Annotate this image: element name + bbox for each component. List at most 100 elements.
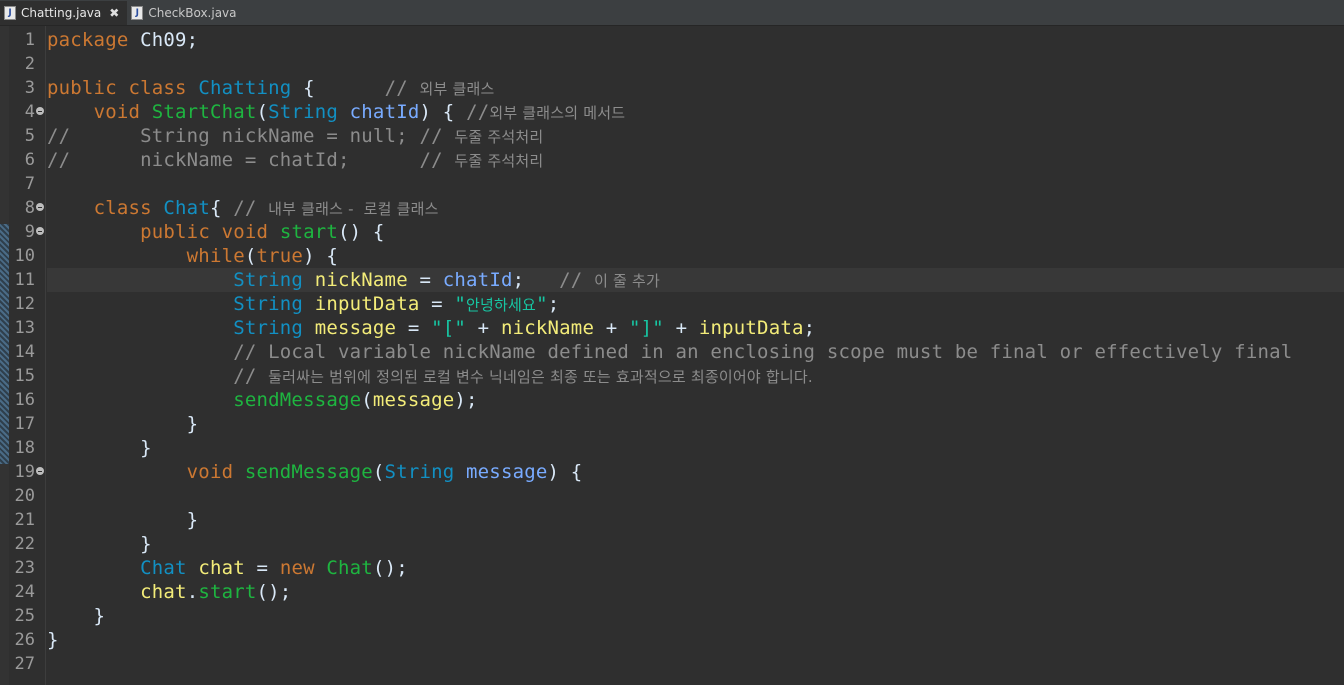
- line-number: 17: [14, 414, 35, 434]
- code-token: inputData: [698, 317, 804, 339]
- line-number-ruler: 1 2 3 4 5 6 7 8 9 10 11 12 13 14 15 16 17 18 19 20 21 22 23 24 2…: [9, 26, 46, 685]
- line-number: 12: [14, 294, 35, 314]
- tab-label: CheckBox.java: [148, 6, 237, 20]
- code-line: String message = "[" + nickName + "]" + …: [47, 316, 815, 340]
- code-token: // String nickName = null; //: [47, 125, 455, 147]
- code-line: while(true) {: [47, 244, 338, 268]
- code-token: inputData: [314, 293, 420, 315]
- code-area[interactable]: package Ch09; public class Chatting { // …: [47, 26, 1344, 685]
- code-token: ": [536, 293, 548, 315]
- code-token: ) {: [419, 101, 467, 123]
- code-token: String: [384, 461, 455, 483]
- code-editor[interactable]: 1 2 3 4 5 6 7 8 9 10 11 12 13 14 15 16 17 18 19 20 21 22 23 24 2…: [0, 26, 1344, 685]
- code-token: nickName: [500, 317, 595, 339]
- fold-collapse-icon[interactable]: [36, 107, 44, 115]
- code-token: //: [384, 77, 420, 99]
- code-token: (: [361, 389, 373, 411]
- code-token: ;: [547, 293, 560, 315]
- code-line: // 둘러싸는 범위에 정의된 로컬 변수 닉네임은 최종 또는 효과적으로 최…: [47, 364, 813, 388]
- code-token: 외부 클래스: [419, 80, 495, 98]
- code-token: sendMessage: [233, 389, 362, 411]
- code-token: //: [233, 197, 269, 219]
- tab-chatting-java[interactable]: J Chatting.java ✖: [0, 1, 128, 25]
- fold-collapse-icon[interactable]: [36, 467, 44, 475]
- code-token: public: [140, 221, 210, 243]
- code-token: {: [291, 77, 385, 99]
- line-number: 1: [24, 30, 35, 50]
- code-token: }: [47, 437, 152, 459]
- code-token: String: [268, 101, 339, 123]
- code-token: class: [128, 77, 187, 99]
- tab-checkbox-java[interactable]: J CheckBox.java: [127, 1, 244, 25]
- fold-collapse-icon[interactable]: [36, 203, 44, 211]
- code-line: // nickName = chatId; // 두줄 주석처리: [47, 148, 543, 172]
- line-number: 2: [24, 54, 35, 74]
- code-token: start: [198, 581, 257, 603]
- code-token: StartChat: [151, 101, 257, 123]
- code-token: =: [396, 317, 432, 339]
- code-token: (: [256, 101, 269, 123]
- code-token: {: [209, 197, 234, 219]
- code-line: }: [47, 436, 152, 460]
- change-marker: [0, 224, 9, 464]
- code-token: =: [419, 293, 455, 315]
- line-number: 22: [14, 534, 35, 554]
- code-token: //: [559, 269, 595, 291]
- code-token: Chatting: [198, 77, 292, 99]
- code-line: public class Chatting { // 외부 클래스: [47, 76, 494, 100]
- code-line: }: [47, 628, 59, 652]
- line-number: 5: [24, 126, 35, 146]
- fold-collapse-icon[interactable]: [36, 227, 44, 235]
- code-token: true: [256, 245, 304, 267]
- code-token: while: [186, 245, 245, 267]
- code-line: sendMessage(message);: [47, 388, 478, 412]
- code-token: class: [93, 197, 152, 219]
- code-token: ();: [372, 557, 408, 579]
- code-token: 두줄 주석처리: [454, 152, 544, 170]
- line-number: 19: [14, 462, 35, 482]
- code-line: void StartChat(String chatId) { //외부 클래스…: [47, 100, 626, 124]
- code-token: Chat: [326, 557, 373, 579]
- code-line: }: [47, 508, 198, 532]
- code-token: start: [279, 221, 339, 243]
- code-token: "]": [629, 317, 664, 339]
- code-line: }: [47, 412, 198, 436]
- code-token: }: [47, 509, 199, 531]
- line-number: 27: [14, 654, 35, 674]
- line-number: 26: [14, 630, 35, 650]
- tab-label: Chatting.java: [21, 6, 102, 20]
- code-line: class Chat{ // 내부 클래스 - 로컬 클래스: [47, 196, 439, 220]
- code-token: }: [47, 413, 199, 435]
- code-line: String nickName = chatId; // 이 줄 추가: [47, 268, 660, 292]
- code-token: message: [372, 389, 455, 411]
- java-file-icon: J: [4, 6, 16, 20]
- code-token: +: [594, 317, 630, 339]
- editor-tab-bar: J Chatting.java ✖ J CheckBox.java: [0, 0, 1344, 26]
- code-token: "[": [431, 317, 467, 339]
- code-token: 둘러싸는 범위에 정의된 로컬 변수 닉네임은 최종 또는 효과적으로 최종이어…: [268, 368, 813, 386]
- code-token: 두줄 주석처리: [454, 128, 544, 146]
- code-token: 안녕하세요: [466, 296, 537, 314]
- code-token: ;: [803, 317, 816, 339]
- code-token: ;: [512, 269, 560, 291]
- close-icon[interactable]: ✖: [109, 6, 119, 20]
- line-number: 4: [24, 102, 35, 122]
- line-number: 3: [24, 78, 35, 98]
